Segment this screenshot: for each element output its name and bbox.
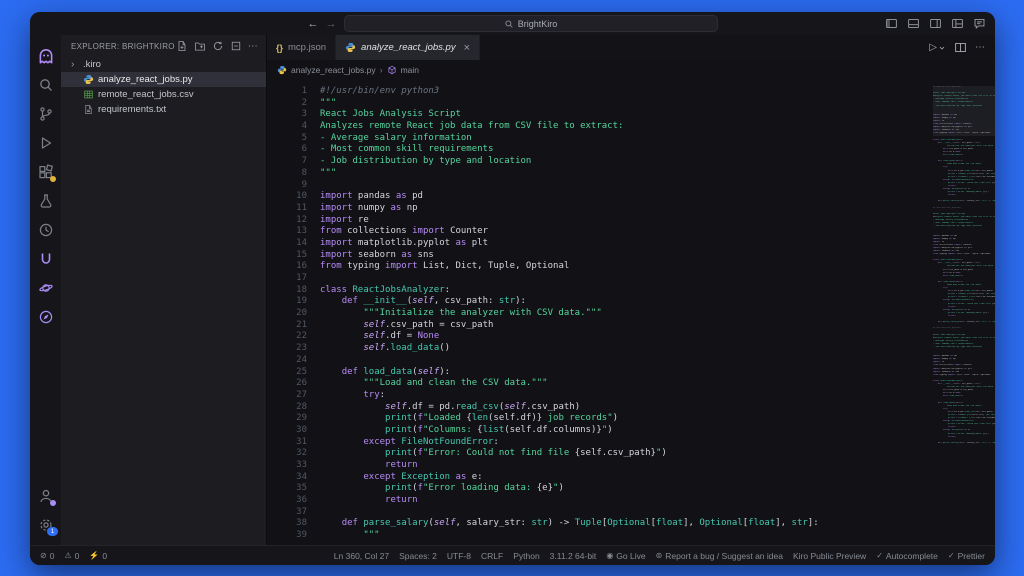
tab-bar: {} mcp.json analyze_react_jobs.py × ▷	[267, 35, 995, 60]
chat-icon[interactable]	[973, 17, 986, 30]
refresh-icon[interactable]	[212, 40, 224, 52]
symbol-method-icon	[387, 65, 397, 75]
python-file-icon	[83, 74, 94, 85]
chevron-right-icon: ›	[71, 59, 79, 70]
breadcrumb: analyze_react_jobs.py › main	[267, 60, 995, 79]
editor-more-actions-icon[interactable]: ⋯	[975, 42, 985, 53]
check-icon: ✓	[948, 551, 955, 560]
explorer-header-title: EXPLORER: BRIGHTKIRO	[71, 42, 175, 51]
tab-label: analyze_react_jobs.py	[361, 42, 456, 53]
folder-row-kiro[interactable]: › .kiro	[61, 57, 266, 72]
minimap-content: #!/usr/bin/env python3"""React Jobs Anal…	[933, 86, 995, 448]
line-numbers: 1234567891011121314151617181920212223242…	[267, 86, 320, 545]
app-window: ← → BrightKiro	[30, 12, 995, 565]
folder-name: .kiro	[83, 59, 101, 70]
source-control-icon[interactable]	[30, 99, 61, 128]
split-editor-icon[interactable]	[954, 41, 967, 54]
mcp-planet-icon[interactable]	[30, 273, 61, 302]
more-actions-icon[interactable]: ⋯	[248, 41, 258, 52]
warning-icon: ⚠	[64, 551, 71, 560]
chevron-down-icon	[938, 44, 946, 52]
editor[interactable]: 1234567891011121314151617181920212223242…	[267, 79, 995, 545]
breadcrumb-symbol[interactable]: main	[401, 65, 419, 75]
status-left: ⊘0 ⚠0 ⚡0	[40, 551, 107, 561]
minimap[interactable]: #!/usr/bin/env python3"""React Jobs Anal…	[933, 86, 995, 545]
account-icon[interactable]	[30, 481, 61, 510]
status-item[interactable]: Kiro Public Preview	[793, 551, 866, 561]
broadcast-icon: ◉	[606, 551, 613, 560]
desktop-background: ← → BrightKiro	[0, 0, 1024, 576]
status-item[interactable]: ✓Prettier	[948, 551, 985, 561]
run-python-file-button[interactable]: ▷	[929, 42, 946, 53]
settings-gear-icon[interactable]: 1	[30, 510, 61, 539]
status-item[interactable]: ⚠0	[64, 551, 79, 561]
title-bar: ← → BrightKiro	[30, 12, 995, 35]
status-bar: ⊘0 ⚠0 ⚡0 Ln 360, Col 27 Spaces: 2 UTF-8 CRLF P…	[30, 545, 995, 565]
breadcrumb-file[interactable]: analyze_react_jobs.py	[291, 65, 376, 75]
close-icon[interactable]: ×	[464, 42, 470, 54]
status-item[interactable]: UTF-8	[447, 551, 471, 561]
file-name: analyze_react_jobs.py	[98, 74, 193, 85]
file-name: remote_react_jobs.csv	[98, 89, 194, 100]
kiro-logo-icon[interactable]	[30, 41, 61, 70]
new-file-icon[interactable]	[176, 40, 188, 52]
new-folder-icon[interactable]	[194, 40, 206, 52]
search-icon	[504, 19, 514, 29]
test-flask-icon[interactable]	[30, 186, 61, 215]
csv-file-icon	[83, 89, 94, 100]
json-icon: {}	[276, 43, 283, 53]
compass-icon[interactable]	[30, 302, 61, 331]
status-right: Ln 360, Col 27 Spaces: 2 UTF-8 CRLF Python 3.…	[334, 551, 985, 561]
status-item[interactable]: 3.11.2 64-bit	[550, 551, 597, 561]
python-file-icon	[277, 65, 287, 75]
tab-analyze-react-jobs[interactable]: analyze_react_jobs.py ×	[336, 35, 480, 60]
status-item[interactable]: Ln 360, Col 27	[334, 551, 389, 561]
status-item[interactable]: CRLF	[481, 551, 503, 561]
command-center-search[interactable]: BrightKiro	[344, 15, 718, 32]
explorer-sidebar: EXPLORER: BRIGHTKIRO ⋯ › .kiro	[61, 35, 267, 545]
history-forward-button[interactable]: →	[326, 18, 337, 30]
file-name: requirements.txt	[98, 104, 166, 115]
status-item[interactable]: Python	[513, 551, 539, 561]
file-row-analyze-react-jobs[interactable]: analyze_react_jobs.py	[61, 72, 266, 87]
python-file-icon	[345, 42, 356, 53]
account-badge	[50, 500, 56, 506]
code-lines[interactable]: #!/usr/bin/env python3"""React Jobs Anal…	[320, 86, 933, 545]
breadcrumb-separator: ›	[380, 65, 383, 75]
status-item[interactable]: Spaces: 2	[399, 551, 437, 561]
customize-layout-icon[interactable]	[951, 17, 964, 30]
status-item[interactable]: ⊘0	[40, 551, 54, 561]
file-tree: › .kiro analyze_react_jobs.py remote_rea…	[61, 57, 266, 117]
text-file-icon	[83, 104, 94, 115]
search-view-icon[interactable]	[30, 70, 61, 99]
minimap-viewport[interactable]	[933, 86, 995, 136]
run-debug-icon[interactable]	[30, 128, 61, 157]
extensions-icon[interactable]	[30, 157, 61, 186]
check-icon: ✓	[876, 551, 883, 560]
extensions-badge	[50, 176, 56, 182]
status-item[interactable]: ✓Autocomplete	[876, 551, 938, 561]
status-item[interactable]: ⊚Report a bug / Suggest an idea	[656, 551, 783, 561]
status-item[interactable]: ⚡0	[89, 551, 107, 561]
toggle-secondary-sidebar-icon[interactable]	[929, 17, 942, 30]
toggle-primary-sidebar-icon[interactable]	[885, 17, 898, 30]
toggle-panel-icon[interactable]	[907, 17, 920, 30]
hooks-icon[interactable]	[30, 244, 61, 273]
tab-label: mcp.json	[288, 42, 326, 53]
collapse-all-icon[interactable]	[230, 40, 242, 52]
status-item[interactable]: ◉Go Live	[606, 551, 645, 561]
settings-badge: 1	[47, 527, 58, 536]
circle-slash-icon: ⊘	[40, 551, 47, 560]
activity-bar: 1	[30, 35, 61, 545]
history-clock-icon[interactable]	[30, 215, 61, 244]
zap-icon: ⚡	[89, 551, 99, 560]
history-back-button[interactable]: ←	[308, 18, 319, 30]
bug-icon: ⊚	[656, 551, 663, 560]
file-row-remote-react-jobs[interactable]: remote_react_jobs.csv	[61, 87, 266, 102]
file-row-requirements[interactable]: requirements.txt	[61, 102, 266, 117]
command-center-text: BrightKiro	[518, 19, 558, 29]
tab-mcp-json[interactable]: {} mcp.json	[267, 35, 336, 60]
